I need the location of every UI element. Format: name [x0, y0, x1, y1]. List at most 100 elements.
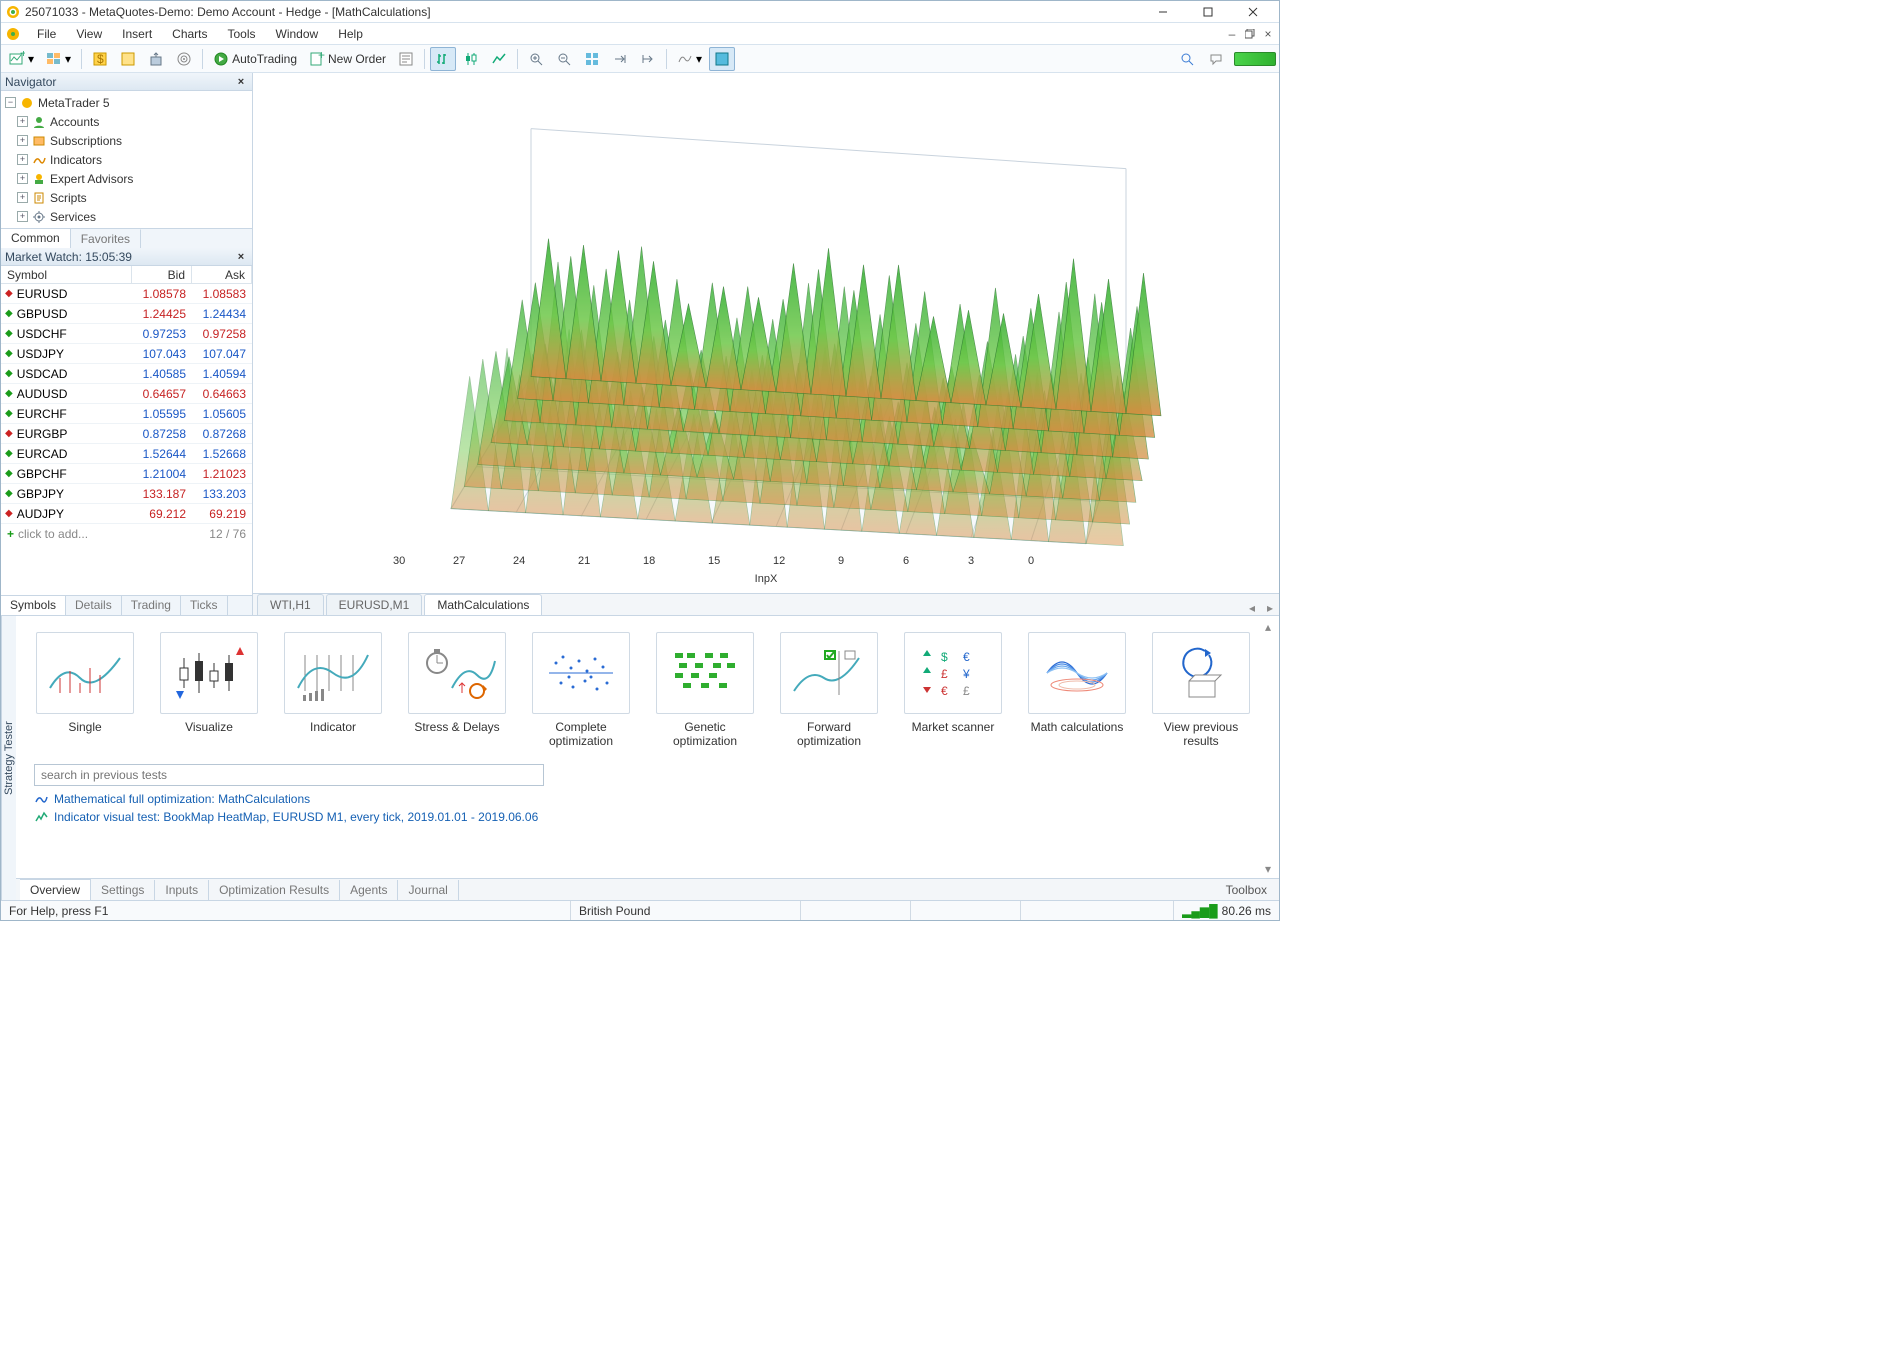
market-watch-row[interactable]: ◆AUDJPY69.21269.219 — [1, 504, 252, 524]
data-window-button[interactable] — [143, 47, 169, 71]
maximize-button[interactable] — [1185, 1, 1230, 23]
tile-windows-button[interactable] — [579, 47, 605, 71]
tester-tab-settings[interactable]: Settings — [91, 880, 155, 900]
market-watch-close-button[interactable]: × — [234, 250, 248, 264]
profiles-button[interactable]: ▾ — [41, 47, 76, 71]
tester-tab-agents[interactable]: Agents — [340, 880, 398, 900]
expander-icon[interactable]: + — [17, 135, 28, 146]
col-ask[interactable]: Ask — [192, 266, 252, 283]
market-watch-row[interactable]: ◆USDJPY107.043107.047 — [1, 344, 252, 364]
market-watch-row[interactable]: ◆GBPCHF1.210041.21023 — [1, 464, 252, 484]
tester-mode-stress-delays[interactable]: Stress & Delays — [406, 632, 508, 748]
market-watch-row[interactable]: ◆GBPJPY133.187133.203 — [1, 484, 252, 504]
tester-mode-forward-optimization[interactable]: Forward optimization — [778, 632, 880, 748]
navigator-button[interactable] — [115, 47, 141, 71]
new-chart-button[interactable]: +▾ — [4, 47, 39, 71]
expander-icon[interactable]: + — [17, 211, 28, 222]
autotrading-button[interactable]: AutoTrading — [208, 47, 302, 71]
menu-help[interactable]: Help — [328, 25, 373, 43]
tester-mode-math-calculations[interactable]: Math calculations — [1026, 632, 1128, 748]
meta-editor-button[interactable] — [393, 47, 419, 71]
navigator-item[interactable]: +Services — [1, 207, 252, 226]
chart-tab[interactable]: MathCalculations — [424, 594, 542, 615]
signals-button[interactable] — [171, 47, 197, 71]
menu-view[interactable]: View — [66, 25, 112, 43]
zoom-in-button[interactable] — [523, 47, 549, 71]
connection-indicator[interactable] — [1234, 52, 1276, 66]
new-order-button[interactable]: + New Order — [304, 47, 391, 71]
tester-mode-market-scanner[interactable]: $€£¥€£Market scanner — [902, 632, 1004, 748]
candle-chart-button[interactable] — [458, 47, 484, 71]
menu-file[interactable]: File — [27, 25, 66, 43]
expander-icon[interactable]: + — [17, 116, 28, 127]
market-watch-tab-ticks[interactable]: Ticks — [181, 596, 228, 615]
market-watch-button[interactable]: $ — [87, 47, 113, 71]
expander-icon[interactable]: − — [5, 97, 16, 108]
expander-icon[interactable]: + — [17, 173, 28, 184]
minimize-button[interactable] — [1140, 1, 1185, 23]
tester-mode-visualize[interactable]: Visualize — [158, 632, 260, 748]
tester-mode-complete-optimization[interactable]: Complete optimization — [530, 632, 632, 748]
search-input[interactable] — [34, 764, 544, 786]
market-watch-row[interactable]: ◆EURUSD1.085781.08583 — [1, 284, 252, 304]
tester-mode-single[interactable]: Single — [34, 632, 136, 748]
line-chart-button[interactable] — [486, 47, 512, 71]
expander-icon[interactable]: + — [17, 192, 28, 203]
navigator-tab-common[interactable]: Common — [1, 228, 71, 248]
shift-end-button[interactable] — [607, 47, 633, 71]
navigator-item[interactable]: +Subscriptions — [1, 131, 252, 150]
menu-charts[interactable]: Charts — [162, 25, 217, 43]
tester-tab-optimization-results[interactable]: Optimization Results — [209, 880, 340, 900]
search-button[interactable] — [1174, 47, 1200, 71]
previous-test-item[interactable]: Indicator visual test: BookMap HeatMap, … — [34, 810, 1261, 824]
tester-tab-journal[interactable]: Journal — [398, 880, 458, 900]
tester-tab-overview[interactable]: Overview — [20, 879, 91, 900]
navigator-close-button[interactable]: × — [234, 75, 248, 89]
market-watch-row[interactable]: ◆EURCAD1.526441.52668 — [1, 444, 252, 464]
mdi-restore-button[interactable] — [1241, 26, 1259, 42]
navigator-tab-favorites[interactable]: Favorites — [71, 229, 141, 248]
mdi-close-button[interactable]: × — [1259, 26, 1277, 42]
market-watch-row[interactable]: ◆AUDUSD0.646570.64663 — [1, 384, 252, 404]
chat-button[interactable] — [1204, 47, 1230, 71]
close-button[interactable] — [1230, 1, 1275, 23]
menu-window[interactable]: Window — [266, 25, 329, 43]
navigator-item[interactable]: +Expert Advisors — [1, 169, 252, 188]
market-watch-row[interactable]: ◆EURGBP0.872580.87268 — [1, 424, 252, 444]
tester-mode-genetic-optimization[interactable]: Genetic optimization — [654, 632, 756, 748]
market-watch-tab-details[interactable]: Details — [66, 596, 122, 615]
zoom-out-button[interactable] — [551, 47, 577, 71]
templates-button[interactable] — [709, 47, 735, 71]
tester-mode-view-previous-results[interactable]: View previous results — [1150, 632, 1252, 748]
market-watch-row[interactable]: ◆USDCHF0.972530.97258 — [1, 324, 252, 344]
tester-toolbox-label[interactable]: Toolbox — [1218, 880, 1275, 900]
chart-tab[interactable]: WTI,H1 — [257, 594, 324, 615]
auto-scroll-button[interactable] — [635, 47, 661, 71]
navigator-item[interactable]: +Scripts — [1, 188, 252, 207]
tester-mode-indicator[interactable]: Indicator — [282, 632, 384, 748]
bar-chart-button[interactable] — [430, 47, 456, 71]
tester-scrollbar[interactable]: ▴▾ — [1265, 620, 1277, 876]
market-watch-add-row[interactable]: + click to add... 12 / 76 — [1, 524, 252, 544]
tab-scroll-left-icon[interactable]: ◂ — [1243, 601, 1261, 615]
col-symbol[interactable]: Symbol — [1, 266, 132, 283]
navigator-root[interactable]: − MetaTrader 5 — [1, 93, 252, 112]
navigator-item[interactable]: +Indicators — [1, 150, 252, 169]
col-bid[interactable]: Bid — [132, 266, 192, 283]
previous-test-item[interactable]: Mathematical full optimization: MathCalc… — [34, 792, 1261, 806]
strategy-tester-side-label[interactable]: Strategy Tester — [1, 616, 16, 900]
expander-icon[interactable]: + — [17, 154, 28, 165]
market-watch-tab-symbols[interactable]: Symbols — [1, 596, 66, 615]
market-watch-row[interactable]: ◆GBPUSD1.244251.24434 — [1, 304, 252, 324]
mdi-minimize-button[interactable]: – — [1223, 26, 1241, 42]
chart-canvas[interactable]: InpX 302724211815129630 — [253, 73, 1279, 593]
market-watch-row[interactable]: ◆USDCAD1.405851.40594 — [1, 364, 252, 384]
navigator-item[interactable]: +Accounts — [1, 112, 252, 131]
chart-tab[interactable]: EURUSD,M1 — [326, 594, 423, 615]
indicators-list-button[interactable]: ▾ — [672, 47, 707, 71]
tester-tab-inputs[interactable]: Inputs — [155, 880, 209, 900]
menu-tools[interactable]: Tools — [218, 25, 266, 43]
market-watch-tab-trading[interactable]: Trading — [122, 596, 181, 615]
tab-scroll-right-icon[interactable]: ▸ — [1261, 601, 1279, 615]
menu-insert[interactable]: Insert — [112, 25, 162, 43]
